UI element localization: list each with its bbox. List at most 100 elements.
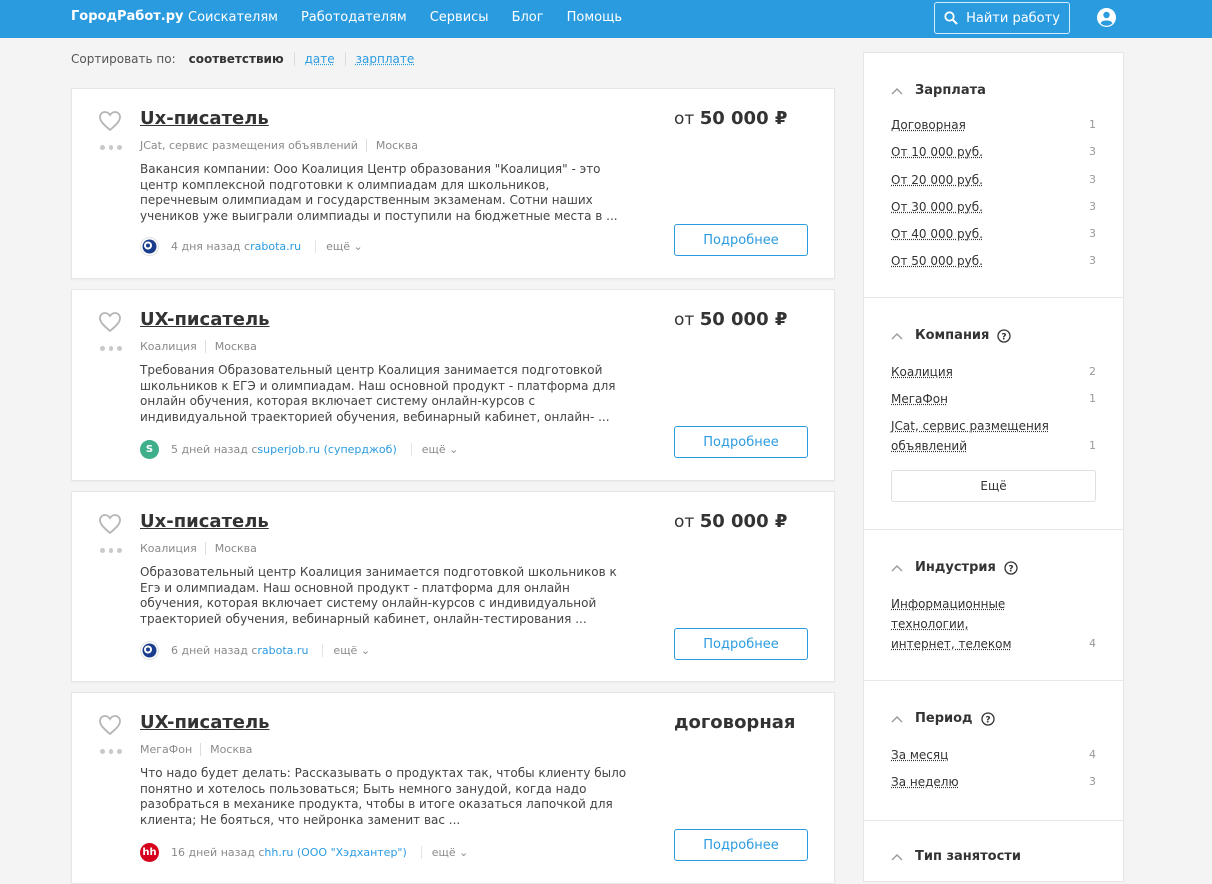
more-actions-icon[interactable] bbox=[100, 548, 123, 554]
salary-amount: 50 000 ₽ bbox=[699, 511, 788, 532]
posted-time: 6 дней назад с bbox=[171, 644, 258, 657]
sort-relevance[interactable]: соответствию bbox=[189, 52, 295, 66]
more-actions-icon[interactable] bbox=[100, 749, 123, 755]
filter-header-industry[interactable]: Индустрия ? bbox=[891, 560, 1018, 575]
more-dropdown[interactable]: ещё ⌄ bbox=[322, 644, 370, 657]
source-link[interactable]: superjob.ru (суперджоб) bbox=[257, 443, 396, 456]
job-salary: от 50 000 ₽ bbox=[674, 309, 787, 330]
filter-section-industry: Индустрия ? Информационные технологии, и… bbox=[864, 530, 1123, 681]
filter-option-count: 3 bbox=[1089, 145, 1096, 158]
filter-title: Компания bbox=[915, 328, 990, 343]
filter-option-count: 1 bbox=[1089, 439, 1096, 452]
job-company: Коалиция bbox=[140, 542, 206, 555]
more-dropdown[interactable]: ещё ⌄ bbox=[315, 240, 363, 253]
more-label: ещё bbox=[326, 240, 351, 253]
source-link[interactable]: hh.ru (ООО "Хэдхантер") bbox=[264, 846, 406, 859]
posted-time: 16 дней назад с bbox=[171, 846, 265, 859]
search-icon bbox=[944, 11, 958, 25]
job-company: JCat, сервис размещения объявлений bbox=[140, 139, 367, 152]
filter-header-employment[interactable]: Тип занятости bbox=[891, 849, 1021, 864]
nav-blog[interactable]: Блог bbox=[512, 10, 544, 25]
more-actions-icon[interactable] bbox=[100, 145, 123, 151]
filter-section-employment: Тип занятости bbox=[864, 821, 1123, 883]
nav-services[interactable]: Сервисы bbox=[430, 10, 489, 25]
help-question-icon[interactable]: ? bbox=[1004, 560, 1018, 575]
filter-option[interactable]: От 20 000 руб. 3 bbox=[891, 170, 1096, 190]
filter-option[interactable]: За неделю 3 bbox=[891, 772, 1096, 792]
job-card: UX-писатель МегаФон Москва Что надо буде… bbox=[71, 692, 835, 884]
favorite-heart-icon[interactable] bbox=[98, 110, 122, 132]
nav-help[interactable]: Помощь bbox=[567, 10, 622, 25]
filter-option-count: 4 bbox=[1089, 637, 1096, 650]
job-salary: от 50 000 ₽ bbox=[674, 108, 787, 129]
filter-option-count: 3 bbox=[1089, 254, 1096, 267]
job-source: 6 дней назад с rabota.ru ещё ⌄ bbox=[140, 641, 370, 660]
filter-option[interactable]: Договорная 1 bbox=[891, 115, 1096, 135]
salary-amount: 50 000 ₽ bbox=[699, 108, 788, 129]
superjob-logo-icon: S bbox=[140, 440, 159, 459]
job-description: Требования Образовательный центр Коалици… bbox=[140, 363, 616, 424]
filter-option-count: 3 bbox=[1089, 200, 1096, 213]
favorite-heart-icon[interactable] bbox=[98, 714, 122, 736]
filter-option[interactable]: От 40 000 руб. 3 bbox=[891, 224, 1096, 244]
filter-header-salary[interactable]: Зарплата bbox=[891, 83, 986, 98]
filter-option-label: Коалиция bbox=[891, 365, 953, 379]
favorite-heart-icon[interactable] bbox=[98, 311, 122, 333]
show-more-companies-button[interactable]: Ещё bbox=[891, 470, 1096, 502]
job-company: МегаФон bbox=[140, 743, 202, 756]
find-job-button[interactable]: Найти работу bbox=[934, 2, 1070, 34]
chevron-up-icon bbox=[891, 564, 903, 571]
job-city: Москва bbox=[375, 139, 418, 152]
job-card: UX-писатель Коалиция Москва Требования О… bbox=[71, 289, 835, 481]
more-dropdown[interactable]: ещё ⌄ bbox=[420, 846, 468, 859]
more-actions-icon[interactable] bbox=[100, 346, 123, 352]
favorite-heart-icon[interactable] bbox=[98, 513, 122, 535]
svg-text:?: ? bbox=[1002, 332, 1007, 342]
filter-option[interactable]: От 50 000 руб. 3 bbox=[891, 251, 1096, 271]
filter-title: Период bbox=[915, 711, 973, 726]
nav-job-seekers[interactable]: Соискателям bbox=[188, 10, 278, 25]
filter-option[interactable]: МегаФон 1 bbox=[891, 389, 1096, 409]
more-dropdown[interactable]: ещё ⌄ bbox=[410, 443, 458, 456]
job-city: Москва bbox=[210, 743, 253, 756]
more-label: ещё bbox=[333, 644, 358, 657]
filter-option-label: За неделю bbox=[891, 775, 959, 789]
filter-option[interactable]: Коалиция 2 bbox=[891, 362, 1096, 382]
salary-prefix: от bbox=[674, 310, 695, 330]
job-title-link[interactable]: Ux-писатель bbox=[140, 511, 269, 532]
sort-bar: Сортировать по: соответствию дате зарпла… bbox=[71, 52, 424, 66]
filter-option[interactable]: За месяц 4 bbox=[891, 745, 1096, 765]
more-label: ещё bbox=[421, 443, 446, 456]
job-source: 4 дня назад с rabota.ru ещё ⌄ bbox=[140, 237, 363, 256]
filter-option-count: 3 bbox=[1089, 227, 1096, 240]
source-link[interactable]: rabota.ru bbox=[257, 644, 308, 657]
filter-header-company[interactable]: Компания ? bbox=[891, 328, 1012, 343]
job-title-link[interactable]: Ux-писатель bbox=[140, 108, 269, 129]
chevron-up-icon bbox=[891, 332, 903, 339]
job-description: Образовательный центр Коалиция занимаетс… bbox=[140, 565, 617, 626]
user-icon[interactable] bbox=[1097, 8, 1116, 27]
sort-date[interactable]: дате bbox=[295, 52, 346, 66]
filter-option[interactable]: Информационные технологии, интернет, тел… bbox=[891, 594, 1096, 654]
site-logo[interactable]: ГородРабот.ру bbox=[71, 9, 184, 24]
filter-option-label: МегаФон bbox=[891, 392, 948, 406]
filter-option-label: JCat, сервис размещения объявлений bbox=[891, 419, 1049, 453]
job-title-link[interactable]: UX-писатель bbox=[140, 309, 270, 330]
job-title-link[interactable]: UX-писатель bbox=[140, 712, 270, 733]
filter-option[interactable]: От 30 000 руб. 3 bbox=[891, 197, 1096, 217]
filter-option[interactable]: От 10 000 руб. 3 bbox=[891, 142, 1096, 162]
details-button[interactable]: Подробнее bbox=[674, 426, 808, 458]
details-button[interactable]: Подробнее bbox=[674, 224, 808, 256]
filter-option[interactable]: JCat, сервис размещения объявлений 1 bbox=[891, 416, 1096, 456]
help-question-icon[interactable]: ? bbox=[980, 711, 995, 726]
source-link[interactable]: rabota.ru bbox=[250, 240, 301, 253]
details-button[interactable]: Подробнее bbox=[674, 829, 808, 861]
nav-employers[interactable]: Работодателям bbox=[301, 10, 407, 25]
help-question-icon[interactable]: ? bbox=[997, 328, 1012, 343]
main-nav: Соискателям Работодателям Сервисы Блог П… bbox=[188, 10, 645, 25]
filter-header-period[interactable]: Период ? bbox=[891, 711, 995, 726]
filter-title: Зарплата bbox=[915, 83, 986, 98]
details-button[interactable]: Подробнее bbox=[674, 628, 808, 660]
salary-prefix: от bbox=[674, 512, 695, 532]
sort-salary[interactable]: зарплате bbox=[346, 52, 425, 66]
